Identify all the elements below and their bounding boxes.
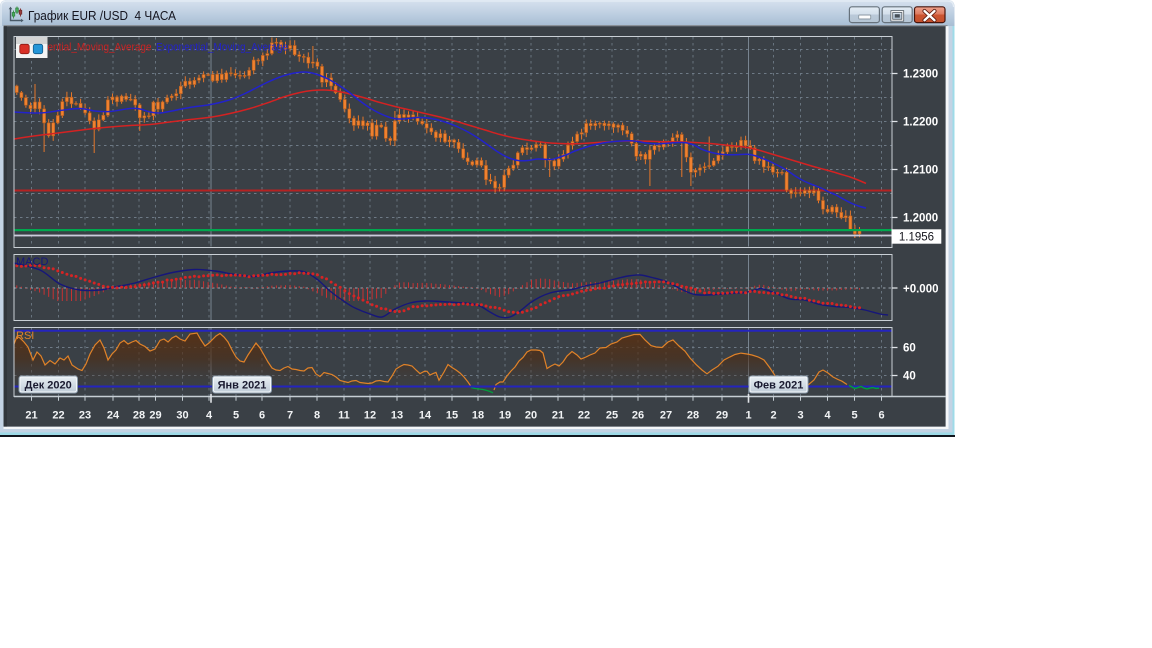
svg-text:60: 60 xyxy=(903,343,916,355)
svg-text:22: 22 xyxy=(578,410,590,422)
svg-text:MACD: MACD xyxy=(16,256,48,268)
svg-text:18: 18 xyxy=(472,410,484,422)
svg-text:24: 24 xyxy=(107,410,120,422)
svg-text:15: 15 xyxy=(446,410,458,422)
svg-text:5: 5 xyxy=(851,410,857,422)
svg-text:13: 13 xyxy=(391,410,403,422)
svg-text:26: 26 xyxy=(632,410,644,422)
svg-text:4: 4 xyxy=(824,410,831,422)
svg-text:40: 40 xyxy=(903,371,916,383)
svg-text:4: 4 xyxy=(206,410,213,422)
svg-text:1.2000: 1.2000 xyxy=(903,213,938,225)
svg-text:Фев 2021: Фев 2021 xyxy=(754,380,804,392)
svg-text:Exponential_Moving_Average: Exponential_Moving_Average xyxy=(156,42,288,54)
svg-text:5: 5 xyxy=(233,410,239,422)
svg-text:6: 6 xyxy=(259,410,265,422)
svg-text:ential_Moving_Average: ential_Moving_Average xyxy=(48,42,152,54)
svg-text:29: 29 xyxy=(716,410,728,422)
svg-text:+0.000: +0.000 xyxy=(903,284,939,296)
svg-text:RSI: RSI xyxy=(16,330,34,342)
svg-text:1.2200: 1.2200 xyxy=(903,117,938,129)
svg-text:Янв 2021: Янв 2021 xyxy=(218,380,267,392)
svg-text:6: 6 xyxy=(878,410,884,422)
svg-text:11: 11 xyxy=(338,410,350,422)
svg-text:27: 27 xyxy=(660,410,672,422)
svg-text:30: 30 xyxy=(176,410,188,422)
svg-text:28: 28 xyxy=(133,410,145,422)
svg-text:8: 8 xyxy=(314,410,320,422)
svg-text:1.2300: 1.2300 xyxy=(903,69,938,81)
svg-text:14: 14 xyxy=(419,410,432,422)
svg-text:1.1956: 1.1956 xyxy=(899,232,934,244)
svg-text:20: 20 xyxy=(525,410,537,422)
svg-text:25: 25 xyxy=(606,410,618,422)
svg-text:23: 23 xyxy=(79,410,91,422)
svg-text:12: 12 xyxy=(364,410,376,422)
svg-text:3: 3 xyxy=(797,410,803,422)
svg-text:1.2100: 1.2100 xyxy=(903,165,938,177)
svg-text:21: 21 xyxy=(552,410,564,422)
svg-text:Дек 2020: Дек 2020 xyxy=(25,380,72,392)
svg-text:2: 2 xyxy=(770,410,776,422)
svg-text:1: 1 xyxy=(745,410,751,422)
svg-text:29: 29 xyxy=(149,410,161,422)
svg-text:19: 19 xyxy=(499,410,511,422)
svg-text:График EUR /USD 4 ЧАСА: График EUR /USD 4 ЧАСА xyxy=(28,8,176,23)
svg-text:7: 7 xyxy=(287,410,293,422)
svg-text:22: 22 xyxy=(52,410,64,422)
svg-text:21: 21 xyxy=(25,410,37,422)
svg-text:28: 28 xyxy=(687,410,699,422)
